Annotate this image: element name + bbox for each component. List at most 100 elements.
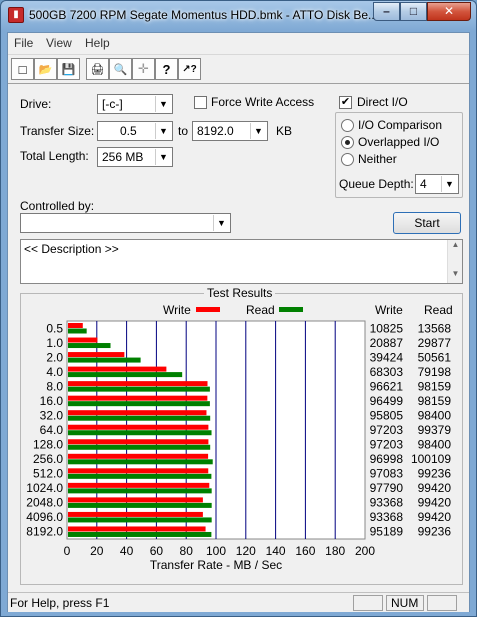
write-value: 97203 [370,423,404,437]
controlled-by-select[interactable]: ▼ [20,213,231,233]
description-text: << Description >> [24,242,119,256]
read-value: 99420 [418,510,452,524]
legend-write-swatch [196,307,220,312]
kb-label: KB [276,124,293,138]
io-comparison-label: I/O Comparison [358,118,443,132]
read-bar [68,444,211,450]
io-comparison-radio[interactable] [341,119,354,132]
status-pane-num: NUM [386,595,424,611]
read-bar [68,517,212,523]
read-bar [68,372,183,378]
title-bar[interactable]: ▮ 500GB 7200 RPM Segate Momentus HDD.bmk… [1,1,476,31]
queue-depth-select[interactable]: 4 ▼ [415,174,459,194]
menu-file[interactable]: File [14,36,33,50]
toolbar-buttons: □ 📂 💾 🖨 🔍 ✛ ? ↗? [11,58,201,82]
chevron-down-icon: ▼ [213,215,229,231]
y-tick-label: 256.0 [33,452,63,466]
x-tick-label: 40 [120,544,134,558]
chevron-down-icon: ▼ [250,123,266,139]
neither-radio[interactable] [341,153,354,166]
context-help-icon[interactable]: ↗? [178,58,201,80]
chevron-down-icon: ▼ [441,176,457,192]
maximize-button[interactable]: □ [400,2,427,21]
write-bar [68,323,83,328]
write-value: 97083 [370,467,404,481]
write-value: 96998 [370,452,404,466]
write-value: 20887 [370,336,404,350]
write-value: 95805 [370,408,404,422]
read-bar [68,473,212,479]
write-bar [68,395,208,401]
read-value: 99420 [418,496,452,510]
read-value: 99236 [418,525,452,539]
transfer-from-select[interactable]: 0.5 ▼ [97,121,173,141]
transfer-to-select[interactable]: 8192.0 ▼ [192,121,268,141]
x-tick-label: 80 [180,544,194,558]
queue-depth-label: Queue Depth: [339,177,414,191]
to-label: to [178,124,189,138]
y-tick-label: 0.5 [46,321,63,335]
read-bar [68,430,212,436]
write-bar [68,526,206,532]
minimize-button[interactable]: – [373,2,400,21]
drive-label: Drive: [20,97,52,111]
x-tick-label: 180 [325,544,345,558]
read-value: 50561 [418,350,452,364]
transfer-size-label: Transfer Size: [20,124,95,138]
x-tick-label: 200 [355,544,375,558]
write-column-header: Write [375,303,403,317]
read-value: 98400 [418,438,452,452]
force-write-checkbox[interactable] [194,96,207,109]
menu-help[interactable]: Help [85,36,110,50]
description-scrollbar[interactable]: ▲ ▼ [447,240,462,283]
help-icon[interactable]: ? [155,58,178,80]
y-tick-label: 1.0 [46,336,63,350]
write-value: 93368 [370,510,404,524]
app-window: ▮ 500GB 7200 RPM Segate Momentus HDD.bmk… [0,0,477,617]
read-bar [68,502,212,508]
save-icon[interactable]: 💾 [57,58,80,80]
new-icon[interactable]: □ [11,58,34,80]
read-value: 98400 [418,408,452,422]
print-preview-icon[interactable]: 🔍 [109,58,132,80]
total-length-select[interactable]: 256 MB ▼ [97,147,173,167]
controlled-by-label: Controlled by: [20,199,95,213]
close-button[interactable]: ✕ [427,2,471,21]
write-value: 97203 [370,438,404,452]
start-button[interactable]: Start [393,212,461,234]
description-box[interactable]: << Description >> ▲ ▼ [20,239,463,284]
write-value: 10825 [370,321,404,335]
read-value: 98159 [418,379,452,393]
overlapped-io-radio[interactable] [341,136,354,149]
menu-view[interactable]: View [46,36,72,50]
write-bar [68,410,207,416]
open-icon[interactable]: 📂 [34,58,57,80]
scroll-up-icon[interactable]: ▲ [448,240,463,254]
x-tick-label: 0 [64,544,71,558]
write-bar [68,511,203,517]
write-bar [68,381,208,387]
read-bar [68,386,210,392]
app-icon[interactable]: ▮ [8,7,24,23]
y-tick-label: 1024.0 [26,481,63,495]
test-results: Test Results Write Read Write Read 0 20 40 60 80… [20,286,463,585]
read-value: 99420 [418,481,452,495]
total-length-label: Total Length: [20,149,89,163]
scroll-down-icon[interactable]: ▼ [448,269,463,283]
status-pane-caps [353,595,383,611]
write-bar [68,337,98,343]
y-tick-label: 4096.0 [26,510,63,524]
write-bar [68,352,125,358]
direct-io-label: Direct I/O [357,95,408,109]
y-tick-label: 4.0 [46,365,63,379]
move-icon[interactable]: ✛ [132,58,155,80]
write-value: 96621 [370,379,404,393]
drive-select[interactable]: [-c-] ▼ [97,94,173,114]
benchmark-panel: Drive: [-c-] ▼ Force Write Access ✔ Dire… [8,85,469,591]
y-tick-label: 2.0 [46,350,63,364]
direct-io-checkbox[interactable]: ✔ [339,96,352,109]
write-value: 97790 [370,481,404,495]
x-axis-label: Transfer Rate - MB / Sec [150,558,282,572]
write-value: 95189 [370,525,404,539]
print-icon[interactable]: 🖨 [86,58,109,80]
